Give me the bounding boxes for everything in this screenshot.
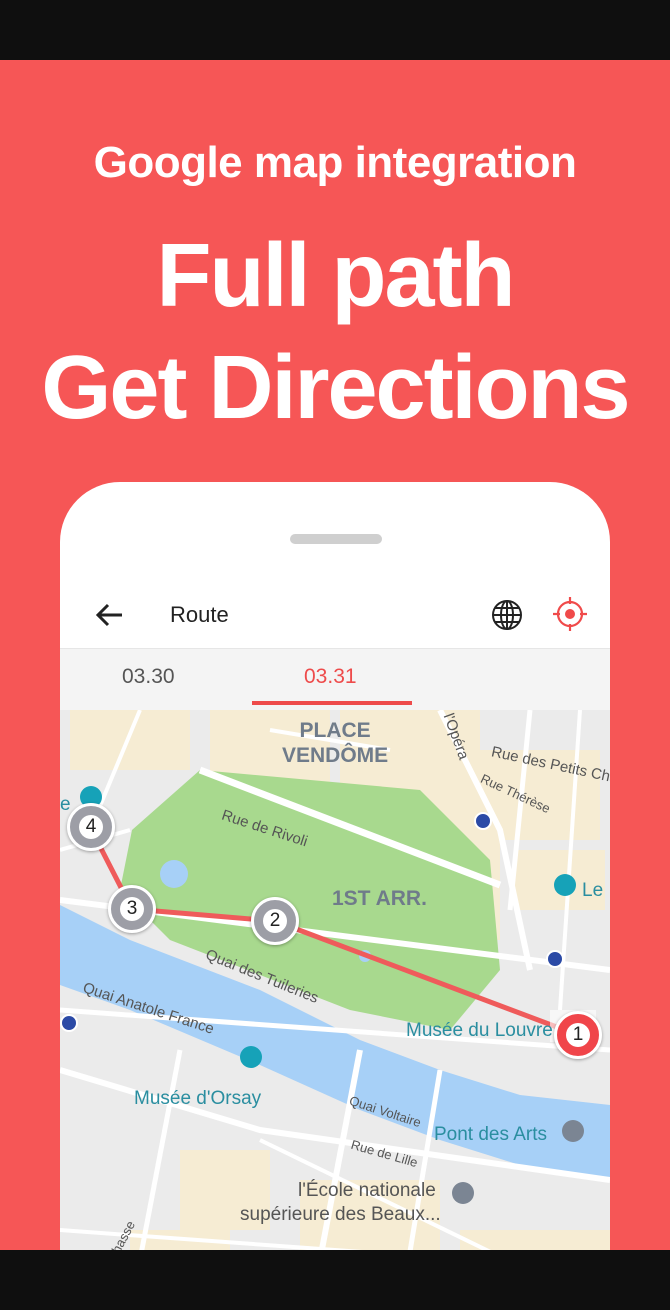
- place-vendome-line-1: PLACE: [299, 719, 371, 742]
- map-view[interactable]: PLACE VENDÔME 1ST ARR. Rue de Rivoli l'O…: [60, 710, 610, 1250]
- back-arrow-icon[interactable]: [92, 598, 126, 632]
- route-marker-4[interactable]: 4: [67, 803, 115, 851]
- phone-mockup: Route 03.30 03.31 PLACE VENDÔME 1ST ARR.…: [60, 482, 610, 1250]
- tab-indicator: [252, 701, 412, 705]
- status-bar: [0, 0, 670, 60]
- headline-line-1: Full path: [156, 226, 516, 326]
- poi-ecole-line-2[interactable]: supérieure des Beaux...: [240, 1204, 441, 1226]
- navigation-bar: [0, 1250, 670, 1310]
- museum-icon: [554, 874, 576, 896]
- route-marker-3[interactable]: 3: [108, 885, 156, 933]
- place-vendome-line-2: VENDÔME: [282, 744, 389, 767]
- promo-banner: Google map integration Full path Get Dir…: [0, 60, 670, 1250]
- tab-03-30[interactable]: 03.30: [122, 665, 175, 689]
- school-icon: [452, 1182, 474, 1204]
- bridge-icon: [562, 1120, 584, 1142]
- poi-le-label[interactable]: Le: [582, 880, 603, 902]
- museum-icon: [240, 1046, 262, 1068]
- locate-target-icon[interactable]: [552, 596, 588, 632]
- poi-ecole-line-1[interactable]: l'École nationale: [298, 1180, 436, 1202]
- phone-speaker: [290, 534, 382, 544]
- marker-number: 2: [263, 909, 287, 933]
- poi-louvre-label[interactable]: Musée du Louvre: [406, 1020, 553, 1042]
- poi-e-label[interactable]: e: [60, 794, 71, 816]
- metro-icon: [546, 950, 564, 968]
- poi-pont-des-arts-label[interactable]: Pont des Arts: [434, 1124, 547, 1146]
- metro-icon: [474, 812, 492, 830]
- poi-orsay-label[interactable]: Musée d'Orsay: [134, 1088, 261, 1110]
- marker-number: 4: [79, 815, 103, 839]
- promo-headline: Full path Get Directions: [0, 220, 670, 444]
- marker-number: 3: [120, 897, 144, 921]
- tab-03-31[interactable]: 03.31: [304, 665, 357, 689]
- date-tabs: 03.30 03.31: [60, 648, 610, 711]
- arrondissement-label: 1ST ARR.: [332, 887, 427, 910]
- promo-subtitle: Google map integration: [93, 138, 577, 187]
- app-bar: Route: [60, 582, 610, 648]
- place-vendome-label: PLACE VENDÔME: [282, 718, 388, 768]
- headline-line-2: Get Directions: [41, 338, 630, 438]
- page-title: Route: [170, 602, 229, 627]
- metro-icon: [60, 1014, 78, 1032]
- route-marker-1[interactable]: 1: [554, 1011, 602, 1059]
- globe-icon[interactable]: [490, 598, 524, 632]
- route-marker-2[interactable]: 2: [251, 897, 299, 945]
- marker-number: 1: [566, 1023, 590, 1047]
